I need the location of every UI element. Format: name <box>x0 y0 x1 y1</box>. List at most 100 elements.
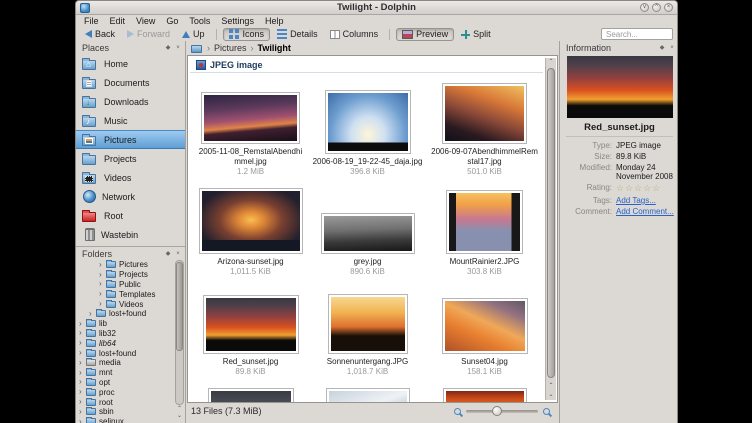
folders-scrollbar[interactable] <box>175 260 184 405</box>
file-item[interactable] <box>309 380 426 403</box>
folders-scroll-arrows[interactable]: ⌃⌄ <box>175 406 184 421</box>
zoom-slider-handle[interactable] <box>492 406 502 416</box>
expander-icon[interactable] <box>79 378 86 386</box>
information-float-icon[interactable]: ◆ <box>658 44 666 52</box>
folder-tree-item[interactable]: sbin <box>76 407 175 417</box>
expander-icon[interactable] <box>99 300 106 308</box>
expander-icon[interactable] <box>79 418 86 423</box>
menu-go[interactable]: Go <box>166 16 178 26</box>
file-item[interactable]: 2005-11-08_RemstalAbendhimmel.jpg1.2 MiB <box>192 76 309 180</box>
place-home[interactable]: ⌂Home <box>76 54 185 73</box>
folder-tree-item[interactable]: root <box>76 397 175 407</box>
titlebar[interactable]: Twilight - Dolphin v ^ × <box>76 1 677 15</box>
scroll-arrows[interactable]: ⌃⌄ <box>546 382 556 400</box>
places-float-icon[interactable]: ◆ <box>164 44 172 52</box>
expander-icon[interactable] <box>79 369 86 377</box>
place-videos[interactable]: Videos <box>76 168 185 187</box>
view-scrollbar[interactable]: ⌃ ⌃⌄ <box>545 58 556 400</box>
folder-tree-item[interactable]: proc <box>76 387 175 397</box>
folder-tree-item[interactable]: lib32 <box>76 329 175 339</box>
add-tags-link[interactable]: Add Tags... <box>616 196 676 205</box>
folders-float-icon[interactable]: ◆ <box>164 250 172 258</box>
breadcrumb-current[interactable]: Twilight <box>258 43 291 53</box>
expander-icon[interactable] <box>99 261 106 269</box>
menu-edit[interactable]: Edit <box>110 16 126 26</box>
expander-icon[interactable] <box>79 349 86 357</box>
expander-icon[interactable] <box>99 280 106 288</box>
place-network[interactable]: Network <box>76 187 185 206</box>
expander-icon[interactable] <box>79 329 86 337</box>
preview-button[interactable]: Preview <box>396 28 454 41</box>
back-button[interactable]: Back <box>80 28 120 41</box>
search-input[interactable] <box>601 28 673 40</box>
folder-tree-item[interactable]: mnt <box>76 368 175 378</box>
folder-tree-item[interactable]: Public <box>76 280 175 290</box>
folder-tree-item[interactable]: Templates <box>76 289 175 299</box>
folder-tree-item[interactable]: lost+found <box>76 309 175 319</box>
information-close-icon[interactable]: × <box>668 44 676 52</box>
zoom-slider[interactable] <box>466 410 538 413</box>
expander-icon[interactable] <box>79 320 86 328</box>
breadcrumb-place-icon[interactable] <box>191 43 203 54</box>
folder-tree-item[interactable]: media <box>76 358 175 368</box>
view-details-button[interactable]: Details <box>272 28 323 41</box>
add-comment-link[interactable]: Add Comment... <box>616 207 676 216</box>
file-item[interactable]: MountRainier2.JPG303.8 KiB <box>426 180 543 280</box>
minimize-icon[interactable]: v <box>640 3 649 12</box>
file-item[interactable] <box>192 380 309 403</box>
file-view[interactable]: JPEG image 2005-11-08_RemstalAbendhimmel… <box>187 55 558 403</box>
expander-icon[interactable] <box>79 388 86 396</box>
up-button[interactable]: Up <box>177 28 210 41</box>
menu-file[interactable]: File <box>84 16 99 26</box>
place-projects[interactable]: Projects <box>76 149 185 168</box>
scroll-up-icon[interactable]: ⌃ <box>546 58 556 67</box>
maximize-icon[interactable]: ^ <box>652 3 661 12</box>
rating-stars-icon[interactable]: ☆☆☆☆☆ <box>616 183 676 194</box>
place-downloads[interactable]: ↓Downloads <box>76 92 185 111</box>
zoom-in-icon[interactable] <box>543 408 550 415</box>
folder-tree-item[interactable]: selinux <box>76 417 175 423</box>
place-music[interactable]: ♪Music <box>76 111 185 130</box>
breadcrumb-parent[interactable]: Pictures <box>214 43 247 53</box>
menu-settings[interactable]: Settings <box>221 16 254 26</box>
folder-tree-item[interactable]: opt <box>76 378 175 388</box>
place-root[interactable]: Root <box>76 206 185 225</box>
file-item[interactable]: Red_sunset.jpg89.8 KiB <box>192 280 309 380</box>
expander-icon[interactable] <box>99 290 106 298</box>
zoom-out-icon[interactable] <box>454 408 461 415</box>
folder-tree-item[interactable]: Pictures <box>76 260 175 270</box>
file-item[interactable]: Sunset04.jpg158.1 KiB <box>426 280 543 380</box>
folders-scrollbar-thumb[interactable] <box>176 262 183 351</box>
folder-tree-item[interactable]: lib <box>76 319 175 329</box>
file-item[interactable]: 2006-09-07AbendhimmelRemstal17.jpg501.0 … <box>426 76 543 180</box>
folders-close-icon[interactable]: × <box>174 250 182 258</box>
forward-button[interactable]: Forward <box>122 28 175 41</box>
close-icon[interactable]: × <box>664 3 673 12</box>
place-wastebin[interactable]: Wastebin <box>76 225 185 244</box>
file-item[interactable]: 2006-08-19_19-22-45_daja.jpg396.8 KiB <box>309 76 426 180</box>
view-columns-button[interactable]: Columns <box>325 28 384 41</box>
place-pictures[interactable]: Pictures <box>76 130 185 149</box>
menu-tools[interactable]: Tools <box>189 16 210 26</box>
expander-icon[interactable] <box>79 408 86 416</box>
place-documents[interactable]: Documents <box>76 73 185 92</box>
menu-help[interactable]: Help <box>265 16 284 26</box>
split-button[interactable]: Split <box>456 28 496 41</box>
expander-icon[interactable] <box>79 339 86 347</box>
expander-icon[interactable] <box>79 398 86 406</box>
file-item[interactable]: grey.jpg890.6 KiB <box>309 180 426 280</box>
file-item[interactable]: Sonnenuntergang.JPG1,018.7 KiB <box>309 280 426 380</box>
expander-icon[interactable] <box>89 310 96 318</box>
folder-tree-item[interactable]: lib64 <box>76 338 175 348</box>
folder-tree-item[interactable]: Videos <box>76 299 175 309</box>
places-close-icon[interactable]: × <box>174 44 182 52</box>
file-item[interactable]: Arizona-sunset.jpg1,011.5 KiB <box>192 180 309 280</box>
expander-icon[interactable] <box>79 359 86 367</box>
file-item[interactable] <box>426 380 543 403</box>
folder-tree-item[interactable]: lost+found <box>76 348 175 358</box>
menu-view[interactable]: View <box>136 16 155 26</box>
expander-icon[interactable] <box>99 271 106 279</box>
view-scrollbar-thumb[interactable] <box>547 68 555 378</box>
view-icons-button[interactable]: Icons <box>223 28 271 41</box>
folder-tree-item[interactable]: Projects <box>76 270 175 280</box>
